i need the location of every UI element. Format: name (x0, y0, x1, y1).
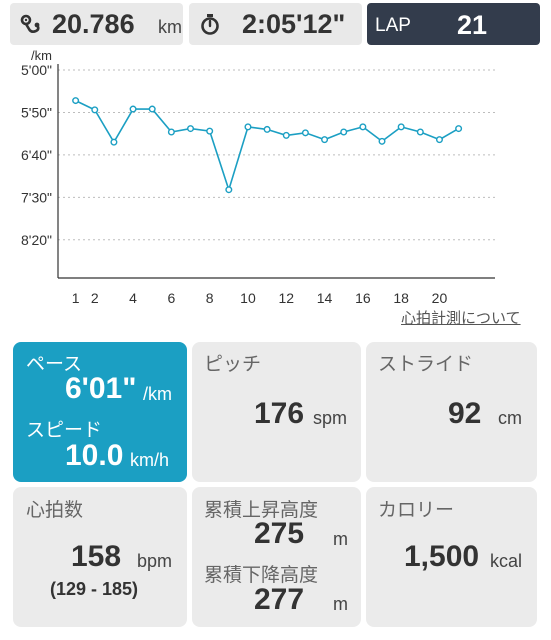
stride-card[interactable]: ストライド 92 cm (366, 342, 537, 482)
pitch-card[interactable]: ピッチ 176 spm (192, 342, 361, 482)
pace-point (301, 129, 309, 137)
pace-series-line (75, 99, 459, 193)
pace-point (206, 127, 214, 135)
x-tick-label: 1 (72, 290, 80, 306)
y-tick-label: 8'20" (21, 232, 52, 248)
distance-value: 20.786 (52, 9, 135, 39)
lap-pace-chart: /km5'00" 5'50" 6'40" 7'30" 8'20" 1 2 4 6 8 10 12 14 1… (21, 48, 495, 306)
x-tick-label: 14 (317, 290, 333, 306)
x-tick-label: 4 (129, 290, 137, 306)
heart-rate-value: 158 (71, 540, 122, 573)
calories-card[interactable]: カロリー 1,500 kcal (366, 487, 537, 627)
calories-value: 1,500 (404, 540, 480, 573)
heart-rate-range: (129 - 185) (50, 579, 139, 599)
calories-unit: kcal (490, 551, 523, 571)
pace-point (435, 136, 443, 144)
pace-point (129, 105, 137, 113)
pace-point (91, 106, 99, 114)
y-tick-label: 5'00" (21, 62, 52, 78)
pace-point (244, 123, 252, 131)
x-tick-label: 10 (240, 290, 256, 306)
lap-label: LAP (375, 15, 411, 36)
time-chip[interactable]: 2:05'12" (189, 3, 362, 45)
lap-count: 21 (457, 10, 488, 40)
pace-point (187, 125, 195, 133)
pace-value: 6'01" (65, 372, 137, 405)
x-tick-label: 18 (393, 290, 409, 306)
y-tick-label: 5'50" (21, 104, 52, 120)
pitch-value: 176 (254, 397, 305, 430)
elevation-up-value: 275 (254, 517, 305, 550)
x-tick-label: 6 (167, 290, 175, 306)
pace-point (359, 123, 367, 131)
pace-point (416, 128, 424, 136)
heart-rate-label: 心拍数 (26, 500, 84, 521)
pace-point (321, 136, 329, 144)
pace-point (455, 125, 463, 133)
x-tick-label: 12 (278, 290, 294, 306)
route-icon (20, 14, 40, 33)
lap-chip[interactable]: LAP 21 (367, 3, 540, 45)
pace-unit: /km (143, 384, 172, 404)
elapsed-time-value: 2:05'12" (242, 9, 346, 39)
x-tick-label: 2 (91, 290, 99, 306)
x-tick-label: 20 (432, 290, 448, 306)
x-tick-label: 8 (206, 290, 214, 306)
elevation-card[interactable]: 累積上昇高度 275 m 累積下降高度 277 m (192, 487, 361, 627)
pace-point (378, 137, 386, 145)
stride-unit: cm (498, 408, 522, 428)
y-tick-label: 7'30" (21, 189, 52, 205)
pace-point (397, 123, 405, 131)
elevation-down-unit: m (333, 594, 348, 614)
pace-point (225, 186, 233, 194)
pace-point (148, 105, 156, 113)
pace-point (72, 97, 80, 105)
pace-point (167, 128, 175, 136)
heart-rate-card[interactable]: 心拍数 158 bpm (129 - 185) (13, 487, 187, 627)
elevation-down-value: 277 (254, 583, 305, 616)
stride-value: 92 (448, 397, 482, 430)
distance-chip[interactable]: 20.786 km (10, 3, 183, 45)
speed-value: 10.0 (65, 439, 124, 472)
y-tick-label: 6'40" (21, 147, 52, 163)
speed-unit: km/h (130, 450, 170, 470)
pace-speed-card[interactable]: ペース 6'01" /km スピード 10.0 km/h (13, 342, 187, 482)
pace-point (282, 131, 290, 139)
stopwatch-icon (201, 14, 219, 35)
pace-point (110, 138, 118, 146)
pitch-label: ピッチ (204, 354, 262, 375)
heart-rate-info-link[interactable]: 心拍計測について (401, 307, 521, 328)
y-axis-unit-label: /km (31, 48, 52, 63)
speed-label: スピード (26, 420, 103, 441)
x-tick-label: 16 (355, 290, 371, 306)
pace-point (263, 125, 271, 133)
distance-unit: km (158, 17, 182, 37)
pitch-unit: spm (313, 408, 348, 428)
heart-rate-unit: bpm (137, 551, 173, 571)
summary-bar: 20.786 km 2:05'12" LAP 21 (0, 0, 551, 50)
elevation-up-unit: m (333, 529, 348, 549)
pace-point (340, 128, 348, 136)
stride-label: ストライド (378, 354, 474, 375)
calories-label: カロリー (378, 500, 455, 521)
